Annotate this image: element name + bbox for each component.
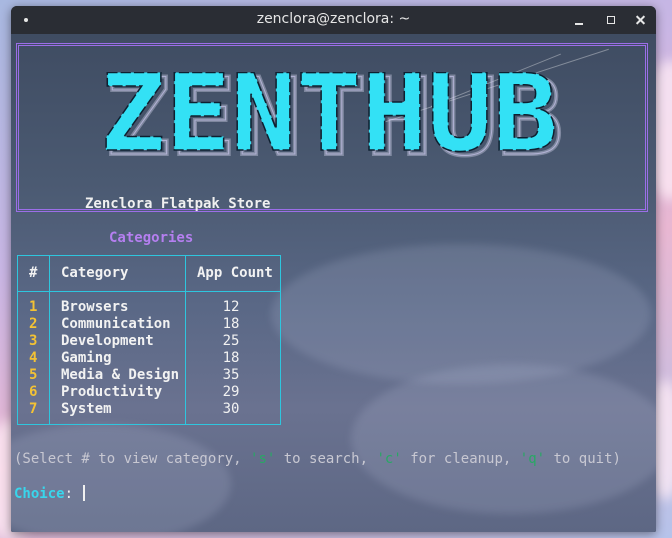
choice-prompt[interactable]: Choice: (14, 485, 86, 502)
title-bar[interactable]: zenclora@zenclora: ~ (11, 6, 656, 34)
window-title: zenclora@zenclora: ~ (256, 11, 411, 27)
row-category: Communication (61, 316, 171, 332)
maximize-icon[interactable] (603, 12, 619, 28)
zenthub-logo: ZENTHUB ZENTHUB ZENTHUB (99, 72, 565, 172)
table-row[interactable]: 3 Development 25 (18, 333, 280, 350)
row-category: Development (61, 333, 154, 349)
choice-separator: : (64, 486, 82, 502)
row-app-count: 30 (222, 401, 240, 417)
help-text: to quit) (545, 451, 621, 467)
sky-cloud (351, 364, 656, 514)
column-header-category: Category (61, 265, 129, 281)
sky-cloud (11, 424, 231, 532)
row-number: 2 (29, 316, 38, 332)
row-number: 1 (29, 299, 38, 315)
text-cursor[interactable] (83, 485, 86, 501)
help-text: to search, (275, 451, 377, 467)
row-number: 3 (29, 333, 38, 349)
table-row[interactable]: 2 Communication 18 (18, 316, 280, 333)
row-category: Media & Design (61, 367, 180, 383)
row-app-count: 35 (222, 367, 240, 383)
terminal-output[interactable]: ZENTHUB ZENTHUB ZENTHUB Zenclora Flatpak… (11, 34, 656, 532)
help-line: (Select # to view category, 's' to searc… (14, 451, 621, 467)
row-number: 6 (29, 384, 38, 400)
table-row[interactable]: 5 Media & Design 35 (18, 367, 280, 384)
row-category: Browsers (61, 299, 129, 315)
column-header-app-count: App Count (197, 265, 273, 281)
row-app-count: 25 (222, 333, 240, 349)
row-app-count: 29 (222, 384, 240, 400)
help-text: (Select # to view category, (14, 451, 251, 467)
close-icon[interactable] (633, 12, 649, 28)
store-subtitle: Zenclora Flatpak Store (85, 196, 271, 212)
row-category: System (61, 401, 112, 417)
row-app-count: 18 (222, 350, 240, 366)
help-text: for cleanup, (401, 451, 520, 467)
row-category: Productivity (61, 384, 163, 400)
row-app-count: 12 (222, 299, 240, 315)
row-number: 5 (29, 367, 38, 383)
categories-heading: Categories (109, 230, 194, 246)
table-header-divider (18, 291, 280, 292)
logo-text: ZENTHUB (100, 72, 558, 172)
row-number: 7 (29, 401, 38, 417)
table-row[interactable]: 1 Browsers 12 (18, 299, 280, 316)
search-key: 's' (250, 451, 276, 467)
table-row[interactable]: 4 Gaming 18 (18, 350, 280, 367)
cleanup-key: 'c' (376, 451, 402, 467)
minimize-icon[interactable] (571, 12, 587, 28)
table-row[interactable]: 6 Productivity 29 (18, 384, 280, 401)
table-row[interactable]: 7 System 30 (18, 401, 280, 418)
row-app-count: 18 (222, 316, 240, 332)
choice-label: Choice (14, 486, 65, 502)
quit-key: 'q' (519, 451, 546, 467)
row-number: 4 (29, 350, 38, 366)
row-category: Gaming (61, 350, 112, 366)
terminal-window: zenclora@zenclora: ~ ZENTHUB ZENTHUB ZEN… (11, 6, 656, 532)
column-header-number: # (29, 265, 38, 281)
categories-table: # Category App Count 1 Browsers 12 2 Com… (17, 255, 281, 425)
sky-cloud (271, 244, 651, 384)
